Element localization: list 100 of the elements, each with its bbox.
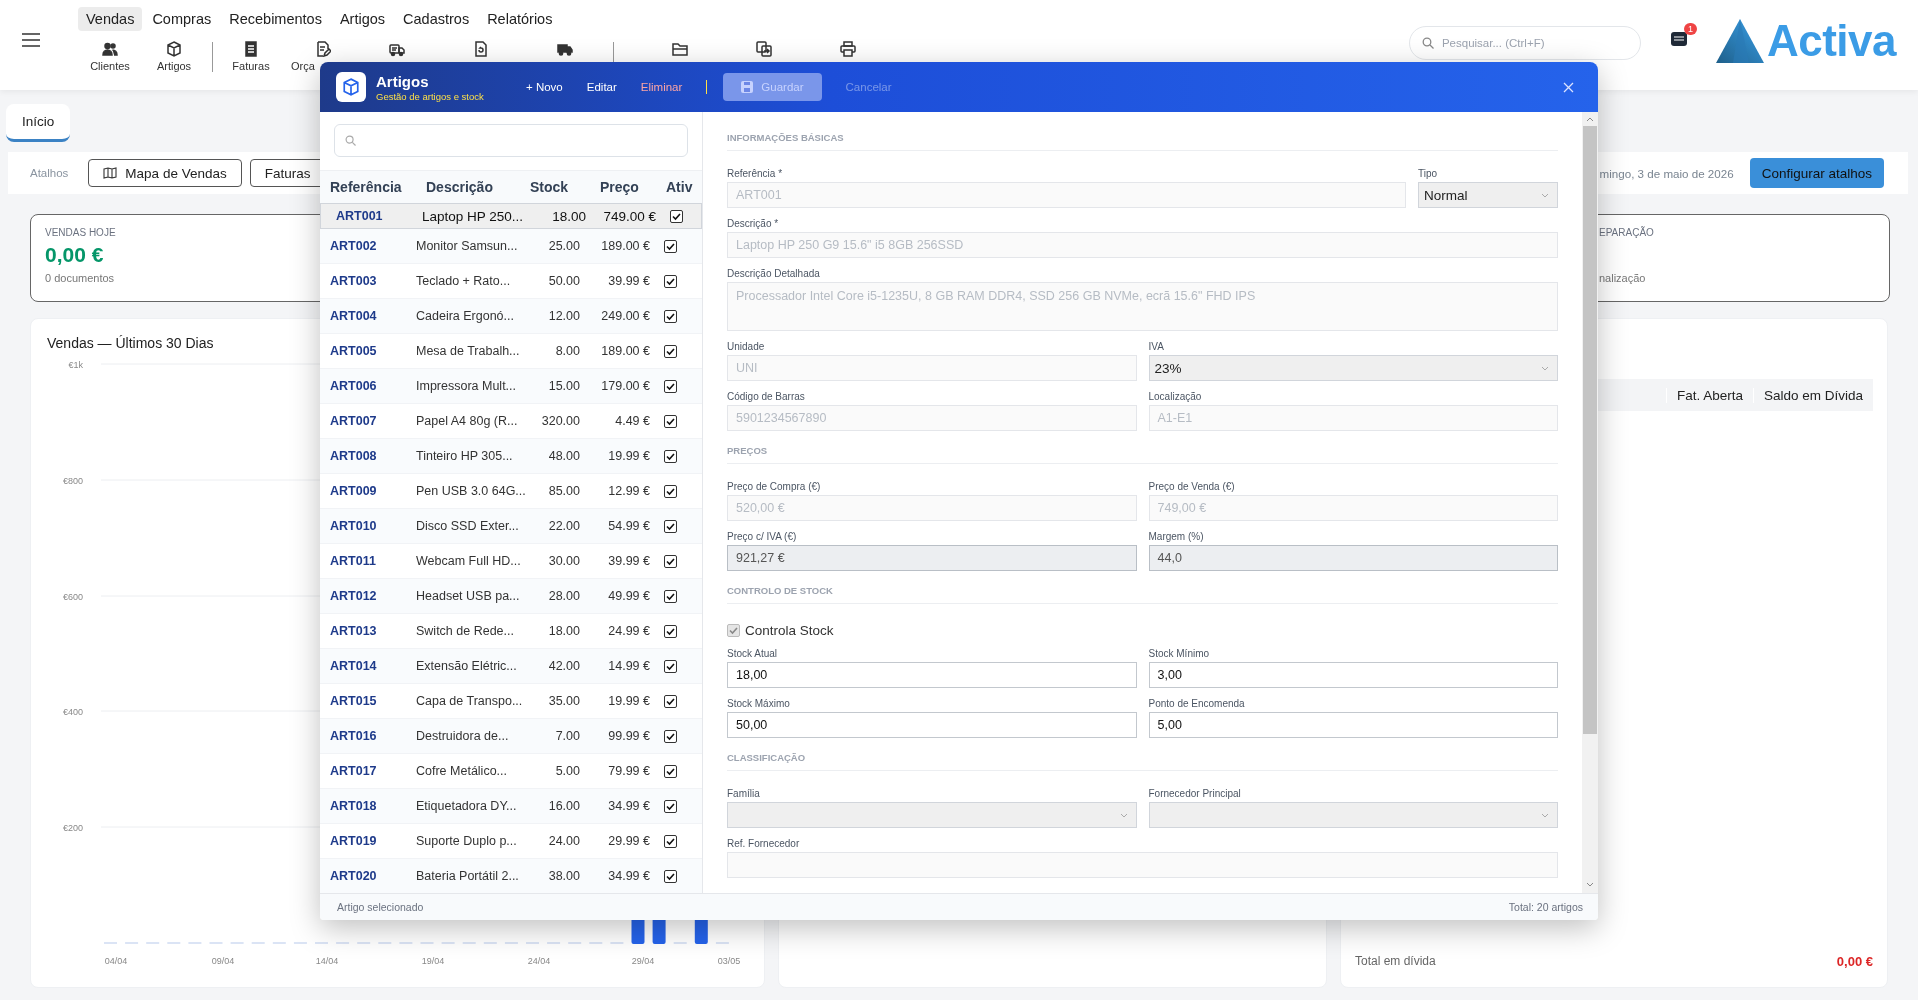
input-field[interactable]: 50,00 — [727, 712, 1137, 738]
table-row[interactable]: ART010 Disco SSD Exter... 22.00 54.99 € — [320, 509, 702, 544]
table-cell-text: Pen USB 3.0 64G... — [415, 484, 527, 498]
checkbox[interactable] — [664, 379, 677, 393]
shortcuts-label: Atalhos — [30, 167, 69, 179]
checkbox[interactable] — [664, 729, 677, 743]
search-icon — [345, 135, 356, 146]
checkbox[interactable] — [664, 309, 677, 323]
checkbox[interactable] — [664, 519, 677, 533]
table-cell-text: 34.99 € — [607, 799, 650, 813]
table-row[interactable]: ART018 Etiquetadora DY... 16.00 34.99 € — [320, 789, 702, 824]
section-title: CONTROLO DE STOCK — [727, 585, 1558, 604]
menu-item[interactable]: Vendas — [78, 7, 143, 31]
table-cell-text: 24.00 — [547, 834, 580, 848]
input-field[interactable]: 5,00 — [1148, 712, 1558, 738]
toolbar-button[interactable]: + Novo — [526, 81, 563, 93]
date-text: mingo, 3 de maio de 2026 — [1599, 166, 1734, 180]
toolbar-button[interactable]: Editar — [586, 81, 617, 93]
checkbox[interactable] — [664, 414, 677, 428]
checkbox-label: Controla Stock — [745, 623, 834, 638]
toolbar-button[interactable]: Faturas — [219, 41, 283, 72]
table-row[interactable]: ART006 Impressora Mult... 15.00 179.00 € — [320, 369, 702, 404]
table-cell-text: ART003 — [329, 274, 378, 288]
axis-label: 03/05 — [717, 956, 741, 966]
checkbox[interactable] — [664, 274, 677, 288]
column-header: Referência — [329, 179, 403, 195]
table-cell-text: 189.00 € — [600, 239, 650, 253]
checkbox[interactable] — [664, 344, 677, 358]
checkbox[interactable] — [664, 834, 677, 848]
table-cell-text: ART007 — [329, 414, 378, 428]
table-row[interactable]: ART016 Destruidora de... 7.00 99.99 € — [320, 719, 702, 754]
table-cell-text: ART015 — [329, 694, 378, 708]
table-row[interactable]: ART020 Bateria Portátil 2... 38.00 34.99 € — [320, 859, 702, 894]
checkbox[interactable] — [664, 554, 677, 568]
checkbox[interactable] — [664, 589, 677, 603]
checkbox[interactable] — [664, 869, 677, 883]
table-cell-text: 19.99 € — [607, 694, 650, 708]
axis-label: €800 — [62, 476, 83, 486]
checkbox[interactable] — [664, 484, 677, 498]
table-cell-text: Suporte Duplo p... — [415, 834, 518, 848]
checkbox[interactable] — [664, 659, 677, 673]
table-cell-text: 85.00 — [547, 484, 580, 498]
checkbox[interactable] — [670, 209, 683, 223]
table-cell-text: 14.99 € — [607, 659, 650, 673]
checkbox[interactable] — [664, 799, 677, 813]
shortcut-button[interactable]: Mapa de Vendas — [88, 159, 242, 187]
checkbox[interactable] — [664, 624, 677, 638]
checkbox[interactable] — [664, 449, 677, 463]
input-field[interactable]: 921,27 € — [727, 545, 1137, 571]
menu-item[interactable]: Artigos — [331, 7, 394, 31]
table-cell-text: Cofre Metálico... — [415, 764, 508, 778]
toolbar-button[interactable]: Artigos — [142, 41, 206, 72]
table-row[interactable]: ART002 Monitor Samsun... 25.00 189.00 € — [320, 229, 702, 264]
table-cell-text: 7.00 — [554, 729, 580, 743]
menu-icon[interactable] — [22, 33, 40, 47]
input-field[interactable]: 44,0 — [1148, 545, 1558, 571]
search-field[interactable] — [334, 124, 688, 157]
caret-up-icon[interactable] — [1586, 117, 1594, 122]
dropdown[interactable]: Normal — [1418, 182, 1558, 208]
menu-item[interactable]: Compras — [144, 7, 220, 31]
table-row[interactable]: ART001 Laptop HP 250... 18.00 749.00 € — [320, 203, 702, 229]
menu-item[interactable]: Relatórios — [479, 7, 561, 31]
cube-icon — [166, 41, 182, 57]
inbox-icon[interactable] — [1670, 32, 1687, 46]
table-cell-text: ART012 — [329, 589, 378, 603]
column-header: Preço — [599, 179, 640, 195]
dropdown[interactable]: 23% — [1148, 355, 1558, 381]
table-row[interactable]: ART012 Headset USB pa... 28.00 49.99 € — [320, 579, 702, 614]
table-cell-text: ART018 — [329, 799, 378, 813]
checkbox[interactable] — [664, 239, 677, 253]
table-cell-text: 38.00 — [547, 869, 580, 883]
chevron-down-icon — [1541, 812, 1549, 818]
input-field[interactable]: 18,00 — [727, 662, 1137, 688]
toolbar-button[interactable]: Clientes — [78, 41, 142, 72]
table-cell-text: 5.00 — [554, 764, 580, 778]
notification-badge: 1 — [1683, 23, 1697, 35]
close-icon[interactable] — [1563, 81, 1574, 93]
people-icon — [102, 41, 118, 57]
toolbar-button[interactable]: Orça — [291, 41, 355, 72]
table-cell-text: 24.99 € — [607, 624, 650, 638]
menu-item[interactable]: Recebimentos — [221, 7, 330, 31]
table-cell-text: 29.99 € — [607, 834, 650, 848]
menu-item[interactable]: Cadastros — [395, 7, 478, 31]
table-cell-text: 12.99 € — [607, 484, 650, 498]
page-tab[interactable]: Início — [6, 104, 71, 142]
checkbox[interactable] — [664, 694, 677, 708]
table-cell-text: Laptop HP 250... — [421, 208, 525, 224]
stat-caption: 0 documentos — [45, 272, 115, 284]
caret-down-icon[interactable] — [1586, 882, 1594, 887]
table-cell-text: ART016 — [329, 729, 378, 743]
total-count: Total: 20 artigos — [1508, 901, 1583, 913]
table-row[interactable]: ART004 Cadeira Ergonó... 12.00 249.00 € — [320, 299, 702, 334]
delete-button[interactable]: Eliminar — [640, 81, 683, 93]
input-field[interactable]: 3,00 — [1148, 662, 1558, 688]
stat-value: 0,00 € — [45, 243, 104, 268]
checkbox[interactable] — [664, 764, 677, 778]
table-row[interactable]: ART014 Extensão Elétric... 42.00 14.99 € — [320, 649, 702, 684]
scrollbar[interactable] — [1582, 112, 1598, 893]
configure-shortcuts-button[interactable]: Configurar atalhos — [1749, 158, 1884, 188]
table-row[interactable]: ART008 Tinteiro HP 305... 48.00 19.99 € — [320, 439, 702, 474]
